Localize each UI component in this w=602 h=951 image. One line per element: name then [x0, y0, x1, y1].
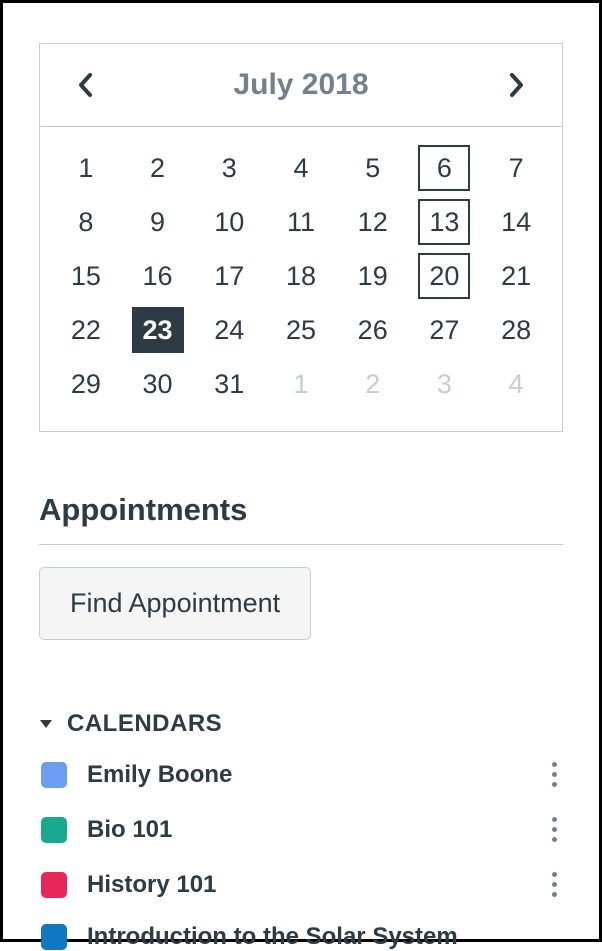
calendar-item-label: History 101 — [87, 871, 526, 899]
calendar-day[interactable]: 4 — [265, 141, 337, 195]
calendar-color-swatch[interactable] — [41, 924, 67, 950]
calendar-list: Emily Boone Bio 101 History 101 Introductio… — [39, 758, 563, 951]
calendar-day[interactable]: 3 — [409, 357, 481, 411]
calendar-day-number: 19 — [347, 253, 399, 299]
calendar-day[interactable]: 3 — [193, 141, 265, 195]
calendar-color-swatch[interactable] — [41, 817, 67, 843]
calendar-day-number: 30 — [132, 361, 184, 407]
calendar-day[interactable]: 20 — [409, 249, 481, 303]
calendar-grid: 1234567891011121314151617181920212223242… — [40, 127, 562, 431]
calendar-day-number: 2 — [132, 145, 184, 191]
calendar-day[interactable]: 17 — [193, 249, 265, 303]
calendar-day-number: 21 — [490, 253, 542, 299]
calendars-toggle[interactable]: CALENDARS — [39, 710, 563, 738]
calendar-day[interactable]: 29 — [50, 357, 122, 411]
calendar-day-number: 7 — [490, 145, 542, 191]
calendar-day-number: 1 — [275, 361, 327, 407]
calendar-day[interactable]: 2 — [337, 357, 409, 411]
calendar-day[interactable]: 21 — [480, 249, 552, 303]
calendar-day[interactable]: 4 — [480, 357, 552, 411]
calendar-color-swatch[interactable] — [41, 762, 67, 788]
calendar-day[interactable]: 19 — [337, 249, 409, 303]
calendar-day[interactable]: 8 — [50, 195, 122, 249]
calendar-day-number: 23 — [132, 307, 184, 353]
calendar-day-number: 20 — [418, 253, 470, 299]
calendar-day-number: 27 — [418, 307, 470, 353]
more-options-button[interactable] — [546, 758, 563, 791]
calendar-day-number: 12 — [347, 199, 399, 245]
calendar-day-number: 8 — [60, 199, 112, 245]
calendar-day-number: 3 — [203, 145, 255, 191]
calendar-list-item[interactable]: Introduction to the Solar System — [39, 923, 563, 951]
calendar-day-number: 22 — [60, 307, 112, 353]
calendar-day-number: 9 — [132, 199, 184, 245]
calendar-day-number: 17 — [203, 253, 255, 299]
calendar-day-number: 4 — [275, 145, 327, 191]
calendar-day[interactable]: 28 — [480, 303, 552, 357]
calendar-day[interactable]: 11 — [265, 195, 337, 249]
calendar-day[interactable]: 9 — [122, 195, 194, 249]
more-options-button[interactable] — [546, 868, 563, 901]
calendar-day-number: 26 — [347, 307, 399, 353]
calendar-day-number: 4 — [490, 361, 542, 407]
calendar-day[interactable]: 31 — [193, 357, 265, 411]
calendar-day-number: 16 — [132, 253, 184, 299]
calendar-header: July 2018 — [40, 44, 562, 127]
calendar-list-item[interactable]: History 101 — [39, 868, 563, 901]
calendar-day-number: 13 — [418, 199, 470, 245]
calendar-day-number: 31 — [203, 361, 255, 407]
calendar-day[interactable]: 12 — [337, 195, 409, 249]
chevron-right-icon — [508, 71, 526, 99]
calendar-day-number: 10 — [203, 199, 255, 245]
calendars-header-label: CALENDARS — [67, 710, 222, 738]
calendar-list-item[interactable]: Bio 101 — [39, 813, 563, 846]
calendar-list-item[interactable]: Emily Boone — [39, 758, 563, 791]
mini-calendar: July 2018 123456789101112131415161718192… — [39, 43, 563, 432]
calendar-day[interactable]: 5 — [337, 141, 409, 195]
calendar-day[interactable]: 14 — [480, 195, 552, 249]
calendar-day[interactable]: 13 — [409, 195, 481, 249]
calendar-day[interactable]: 24 — [193, 303, 265, 357]
calendar-day[interactable]: 15 — [50, 249, 122, 303]
appointments-header: Appointments — [39, 492, 563, 545]
calendar-day[interactable]: 16 — [122, 249, 194, 303]
calendar-day[interactable]: 30 — [122, 357, 194, 411]
calendar-day[interactable]: 1 — [265, 357, 337, 411]
calendar-day-number: 2 — [347, 361, 399, 407]
calendar-day[interactable]: 1 — [50, 141, 122, 195]
caret-down-icon — [39, 718, 53, 730]
calendar-color-swatch[interactable] — [41, 872, 67, 898]
calendar-day-number: 11 — [275, 199, 327, 245]
calendar-day-number: 6 — [418, 145, 470, 191]
calendar-day-number: 18 — [275, 253, 327, 299]
calendar-day[interactable]: 7 — [480, 141, 552, 195]
calendar-day-number: 24 — [203, 307, 255, 353]
calendar-day-number: 28 — [490, 307, 542, 353]
calendar-day[interactable]: 10 — [193, 195, 265, 249]
calendar-item-label: Bio 101 — [87, 816, 526, 844]
calendar-day[interactable]: 25 — [265, 303, 337, 357]
calendar-day[interactable]: 26 — [337, 303, 409, 357]
calendar-item-label: Introduction to the Solar System — [87, 923, 563, 951]
calendar-day[interactable]: 22 — [50, 303, 122, 357]
calendar-day[interactable]: 2 — [122, 141, 194, 195]
calendar-day-number: 3 — [418, 361, 470, 407]
calendar-day[interactable]: 6 — [409, 141, 481, 195]
calendar-item-label: Emily Boone — [87, 761, 526, 789]
calendar-day-number: 1 — [60, 145, 112, 191]
calendar-day[interactable]: 18 — [265, 249, 337, 303]
find-appointment-button[interactable]: Find Appointment — [39, 567, 311, 640]
calendar-month-label: July 2018 — [233, 68, 368, 102]
calendar-day[interactable]: 27 — [409, 303, 481, 357]
next-month-button[interactable] — [508, 71, 526, 99]
prev-month-button[interactable] — [76, 71, 94, 99]
calendar-day-number: 25 — [275, 307, 327, 353]
calendar-day-number: 15 — [60, 253, 112, 299]
calendar-day[interactable]: 23 — [122, 303, 194, 357]
more-options-button[interactable] — [546, 813, 563, 846]
calendar-day-number: 29 — [60, 361, 112, 407]
chevron-left-icon — [76, 71, 94, 99]
calendar-day-number: 14 — [490, 199, 542, 245]
calendar-day-number: 5 — [347, 145, 399, 191]
